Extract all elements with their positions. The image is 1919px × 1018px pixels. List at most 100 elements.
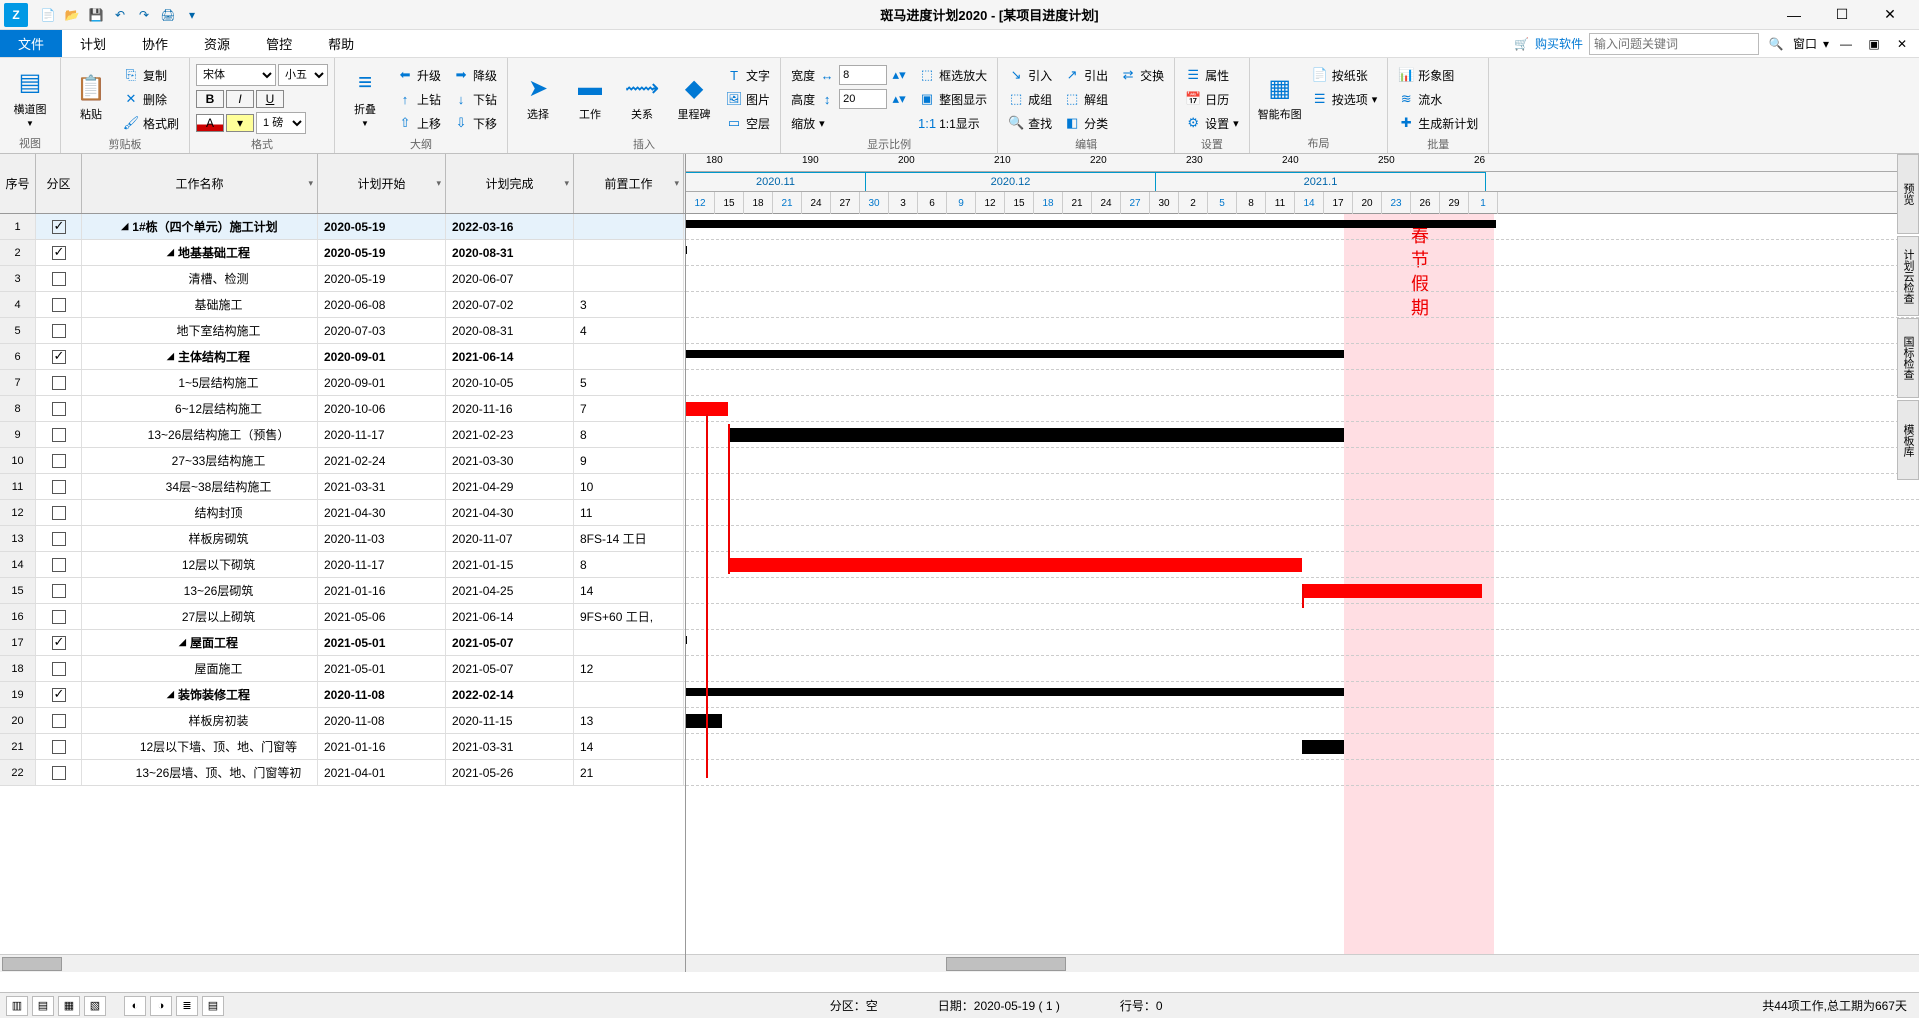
cell-name[interactable]: 样板房砌筑 (82, 526, 318, 551)
search-input[interactable] (1589, 33, 1759, 55)
view7-button[interactable]: ≣ (176, 996, 198, 1016)
checkbox-icon[interactable] (52, 610, 66, 624)
minimize-button[interactable]: — (1771, 1, 1817, 29)
swap-button[interactable]: ⇄交换 (1116, 64, 1168, 86)
menu-help[interactable]: 帮助 (310, 30, 372, 57)
view5-button[interactable]: ◐ (124, 996, 146, 1016)
cell-zone[interactable] (36, 734, 82, 759)
gantt-pane[interactable]: 18019020021022023024025026 2020.112020.1… (686, 154, 1919, 972)
cell-zone[interactable] (36, 474, 82, 499)
table-row[interactable]: 4基础施工2020-06-082020-07-023 (0, 292, 685, 318)
cell-name[interactable]: 清槽、检测 (82, 266, 318, 291)
cell-pred[interactable]: 8 (574, 422, 684, 447)
cell-name[interactable]: ◢装饰装修工程 (82, 682, 318, 707)
cell-end[interactable]: 2021-05-07 (446, 630, 574, 655)
cell-end[interactable]: 2021-03-30 (446, 448, 574, 473)
cell-end[interactable]: 2021-06-14 (446, 344, 574, 369)
cell-name[interactable]: 1~5层结构施工 (82, 370, 318, 395)
cell-start[interactable]: 2020-05-19 (318, 266, 446, 291)
cell-start[interactable]: 2020-11-08 (318, 708, 446, 733)
text-button[interactable]: T文字 (722, 64, 774, 86)
cell-start[interactable]: 2020-09-01 (318, 344, 446, 369)
table-row[interactable]: 2213~26层墙、顶、地、门窗等初2021-04-012021-05-2621 (0, 760, 685, 786)
table-row[interactable]: 17◢屋面工程2021-05-012021-05-07 (0, 630, 685, 656)
properties-button[interactable]: ☰属性 (1181, 64, 1243, 86)
menu-resource[interactable]: 资源 (186, 30, 248, 57)
menu-control[interactable]: 管控 (248, 30, 310, 57)
menu-file[interactable]: 文件 (0, 30, 62, 57)
checkbox-icon[interactable] (52, 298, 66, 312)
checkbox-icon[interactable] (52, 220, 66, 234)
cell-name[interactable]: 13~26层墙、顶、地、门窗等初 (82, 760, 318, 785)
cell-end[interactable]: 2021-02-23 (446, 422, 574, 447)
task-button[interactable]: ▬工作 (566, 64, 614, 130)
export-button[interactable]: ↗引出 (1060, 64, 1112, 86)
tab-preview[interactable]: 预览 (1897, 154, 1919, 234)
cell-pred[interactable] (574, 344, 684, 369)
copy-button[interactable]: ⎘复制 (119, 64, 183, 86)
drillup-button[interactable]: ↑上钻 (393, 88, 445, 110)
height-input[interactable] (839, 89, 887, 109)
cell-name[interactable]: 13~26层砌筑 (82, 578, 318, 603)
fill-color-button[interactable]: ▾ (226, 114, 254, 132)
cell-zone[interactable] (36, 292, 82, 317)
cell-start[interactable]: 2021-04-01 (318, 760, 446, 785)
cell-name[interactable]: ◢1#栋（四个单元）施工计划 (82, 214, 318, 239)
cell-start[interactable]: 2020-11-17 (318, 422, 446, 447)
layer-button[interactable]: ▭空层 (722, 112, 774, 134)
cell-start[interactable]: 2021-05-06 (318, 604, 446, 629)
cell-pred[interactable]: 14 (574, 578, 684, 603)
cell-pred[interactable]: 5 (574, 370, 684, 395)
cell-start[interactable]: 2021-01-16 (318, 578, 446, 603)
cell-start[interactable]: 2020-06-08 (318, 292, 446, 317)
checkbox-icon[interactable] (52, 324, 66, 338)
cell-name[interactable]: ◢地基基础工程 (82, 240, 318, 265)
cell-pred[interactable]: 13 (574, 708, 684, 733)
picture-button[interactable]: 🖼图片 (722, 88, 774, 110)
select-button[interactable]: ➤选择 (514, 64, 562, 130)
cell-zone[interactable] (36, 396, 82, 421)
cell-start[interactable]: 2020-11-03 (318, 526, 446, 551)
checkbox-icon[interactable] (52, 506, 66, 520)
table-row[interactable]: 5地下室结构施工2020-07-032020-08-314 (0, 318, 685, 344)
checkbox-icon[interactable] (52, 636, 66, 650)
cell-pred[interactable]: 21 (574, 760, 684, 785)
view1-button[interactable]: ▥ (6, 996, 28, 1016)
movedown-button[interactable]: ⇩下移 (449, 112, 501, 134)
maximize-button[interactable]: ☐ (1819, 1, 1865, 29)
image-chart-button[interactable]: 📊形象图 (1394, 64, 1482, 86)
cell-start[interactable]: 2021-05-01 (318, 630, 446, 655)
cell-end[interactable]: 2021-04-25 (446, 578, 574, 603)
cell-end[interactable]: 2020-11-07 (446, 526, 574, 551)
checkbox-icon[interactable] (52, 246, 66, 260)
fold-button[interactable]: ≡ 折叠 ▼ (341, 64, 389, 130)
close-button[interactable]: ✕ (1867, 1, 1913, 29)
gantt-view-button[interactable]: ▤ 横道图 ▼ (6, 64, 54, 130)
cell-name[interactable]: 结构封顶 (82, 500, 318, 525)
cell-start[interactable]: 2020-11-08 (318, 682, 446, 707)
checkbox-icon[interactable] (52, 402, 66, 416)
cell-end[interactable]: 2020-08-31 (446, 318, 574, 343)
cell-start[interactable]: 2020-11-17 (318, 552, 446, 577)
menu-collab[interactable]: 协作 (124, 30, 186, 57)
table-row[interactable]: 2112层以下墙、顶、地、门窗等2021-01-162021-03-3114 (0, 734, 685, 760)
relation-button[interactable]: ⟿关系 (618, 64, 666, 130)
table-row[interactable]: 86~12层结构施工2020-10-062020-11-167 (0, 396, 685, 422)
cell-pred[interactable] (574, 630, 684, 655)
collapse-icon[interactable]: ◢ (167, 247, 174, 258)
cell-start[interactable]: 2020-05-19 (318, 214, 446, 239)
cell-pred[interactable]: 12 (574, 656, 684, 681)
cell-pred[interactable]: 10 (574, 474, 684, 499)
cell-name[interactable]: ◢主体结构工程 (82, 344, 318, 369)
table-row[interactable]: 6◢主体结构工程2020-09-012021-06-14 (0, 344, 685, 370)
cell-name[interactable]: 12层以下砌筑 (82, 552, 318, 577)
cell-start[interactable]: 2020-09-01 (318, 370, 446, 395)
cell-name[interactable]: 屋面施工 (82, 656, 318, 681)
cell-start[interactable]: 2021-01-16 (318, 734, 446, 759)
generate-button[interactable]: ✚生成新计划 (1394, 112, 1482, 134)
cell-end[interactable]: 2022-03-16 (446, 214, 574, 239)
table-row[interactable]: 19◢装饰装修工程2020-11-082022-02-14 (0, 682, 685, 708)
cell-zone[interactable] (36, 552, 82, 577)
cell-end[interactable]: 2020-11-15 (446, 708, 574, 733)
cell-pred[interactable]: 3 (574, 292, 684, 317)
